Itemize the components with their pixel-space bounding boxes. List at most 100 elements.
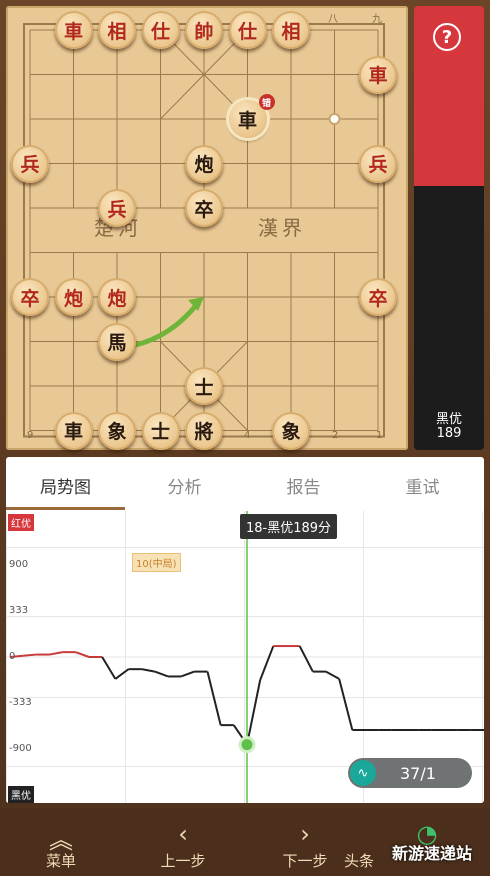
river-han: 漢界: [258, 216, 306, 240]
piece-r-king[interactable]: 帥: [185, 11, 223, 49]
piece-label: 車: [237, 109, 257, 132]
piece-label: 相: [107, 20, 127, 43]
file-label-top-8: 八: [328, 14, 338, 25]
tab-report[interactable]: 报告: [244, 473, 363, 498]
piece-label: 帥: [194, 20, 214, 43]
piece-label: 馬: [107, 332, 127, 354]
prev-step-button[interactable]: ‹ 上一步: [122, 808, 244, 876]
piece-label: 將: [194, 421, 214, 443]
advantage-label: 黑优: [435, 412, 462, 427]
piece-label: 仕: [237, 20, 257, 43]
piece-r-advisor-top-2[interactable]: 仕: [228, 11, 267, 49]
piece-r-cannon-2[interactable]: 炮: [98, 278, 136, 316]
tab-underline: [6, 507, 125, 510]
chart-line-segment: [180, 670, 195, 678]
piece-label: 卒: [20, 287, 40, 310]
chart-line-segment: [206, 671, 222, 726]
file-label-bottom-9: 9: [27, 430, 34, 441]
chart-line-segment: [49, 651, 63, 656]
chart-line-segment: [101, 656, 117, 680]
piece-b-general[interactable]: 將: [185, 411, 223, 450]
y-tick-minus-900: -900: [9, 743, 32, 754]
target-dot[interactable]: [328, 113, 341, 125]
piece-label: 士: [150, 421, 170, 443]
piece-b-elephant-right[interactable]: 象: [272, 411, 310, 450]
red-advantage-area: ?: [414, 6, 484, 186]
file-label-bottom-4: 4: [244, 430, 251, 441]
file-label-top-9: 九: [372, 14, 382, 25]
piece-b-chariot-selected[interactable]: 車错: [228, 94, 275, 138]
piece-b-pawn-mid[interactable]: 卒: [185, 189, 223, 227]
piece-r-soldier-mid[interactable]: 兵: [98, 189, 136, 227]
piece-label: 車: [63, 20, 83, 43]
piece-label: 車: [368, 65, 388, 87]
black-advantage-area: 黑优 189: [414, 186, 484, 450]
app-root: 八 九 9 4 2 1 楚河 漢界 車相仕帥仕相車車错兵炮兵兵卒卒炮炮卒馬士車象…: [0, 0, 490, 876]
piece-label: 相: [281, 20, 301, 43]
y-tick-333: 333: [9, 605, 29, 616]
piece-r-soldier-right[interactable]: 兵: [359, 144, 397, 183]
advantage-value: 189: [436, 426, 462, 441]
file-label-bottom-2: 2: [332, 430, 339, 441]
y-tick-minus-333: -333: [9, 697, 32, 708]
piece-label: 象: [107, 421, 127, 443]
tab-analysis[interactable]: 分析: [125, 473, 244, 498]
chevron-right-icon: ›: [300, 820, 310, 848]
piece-r-pawn-right[interactable]: 卒: [359, 278, 397, 316]
error-badge: 错: [258, 94, 275, 110]
piece-r-pawn-left[interactable]: 卒: [11, 278, 49, 316]
move-tooltip: 18-黑优189分: [240, 514, 338, 539]
advantage-bar: ? 黑优 189: [414, 6, 484, 450]
move-counter[interactable]: ∿ 37/1: [348, 758, 472, 788]
watermark-text: 新游速递站: [392, 844, 473, 863]
chart-line-segment: [75, 651, 90, 658]
chart-line-segment: [23, 653, 37, 657]
analysis-panel: 局势图 分析 报告 重试 红优 900 333 0 -333 -900 黑优 1…: [6, 457, 484, 803]
menu-label: 菜单: [45, 852, 76, 870]
piece-b-elephant-left[interactable]: 象: [98, 411, 136, 450]
move-counter-text: 37/1: [400, 764, 436, 783]
chart-line-segment: [141, 668, 156, 673]
piece-r-soldier-left[interactable]: 兵: [11, 144, 49, 183]
piece-label: 炮: [194, 154, 214, 176]
chart-line-segment: [325, 670, 340, 680]
menu-button[interactable]: ︽ 菜单: [0, 808, 122, 876]
tab-retry[interactable]: 重试: [363, 473, 482, 498]
piece-r-chariot-right[interactable]: 車: [359, 55, 397, 94]
piece-b-advisor-mid[interactable]: 士: [185, 367, 223, 405]
piece-b-horse[interactable]: 馬: [98, 322, 136, 361]
y-tick-900: 900: [9, 559, 29, 570]
piece-b-chariot-bottom[interactable]: 車: [54, 411, 93, 450]
piece-label: 卒: [368, 287, 388, 310]
piece-label: 卒: [194, 198, 214, 221]
chart-line-segment: [154, 670, 169, 678]
piece-r-chariot-top[interactable]: 車: [54, 11, 93, 49]
midgame-tag: 10(中局): [132, 553, 181, 572]
watermark: 新游速递站: [392, 840, 472, 864]
piece-label: 象: [281, 421, 301, 443]
pulse-icon: ∿: [350, 760, 376, 786]
piece-r-minister-top-2[interactable]: 相: [272, 11, 310, 49]
tab-situation[interactable]: 局势图: [6, 473, 125, 498]
chart-cursor-point[interactable]: [238, 736, 256, 754]
piece-label: 兵: [20, 154, 40, 176]
piece-b-cannon-mid[interactable]: 炮: [185, 144, 223, 183]
red-advantage-tag: 红优: [8, 514, 34, 531]
piece-r-cannon-1[interactable]: 炮: [54, 278, 93, 316]
piece-label: 炮: [107, 287, 127, 310]
chart-line-segment: [298, 645, 314, 673]
chevron-left-icon: ‹: [178, 820, 188, 848]
help-button[interactable]: ?: [433, 23, 461, 51]
chart-line-segment: [114, 668, 130, 680]
chart-line-segment: [338, 678, 354, 731]
piece-label: 兵: [368, 154, 388, 176]
chessboard[interactable]: 八 九 9 4 2 1 楚河 漢界 車相仕帥仕相車車错兵炮兵兵卒卒炮炮卒馬士車象…: [6, 6, 408, 450]
piece-r-minister-top[interactable]: 相: [98, 11, 136, 49]
piece-label: 炮: [63, 287, 83, 310]
file-label-bottom-1: 1: [376, 430, 383, 441]
piece-r-advisor-top-1[interactable]: 仕: [141, 11, 180, 49]
piece-b-advisor-bottom[interactable]: 士: [141, 411, 180, 450]
chart-line-segment: [259, 645, 275, 681]
piece-label: 車: [63, 421, 83, 443]
piece-label: 兵: [107, 198, 127, 221]
